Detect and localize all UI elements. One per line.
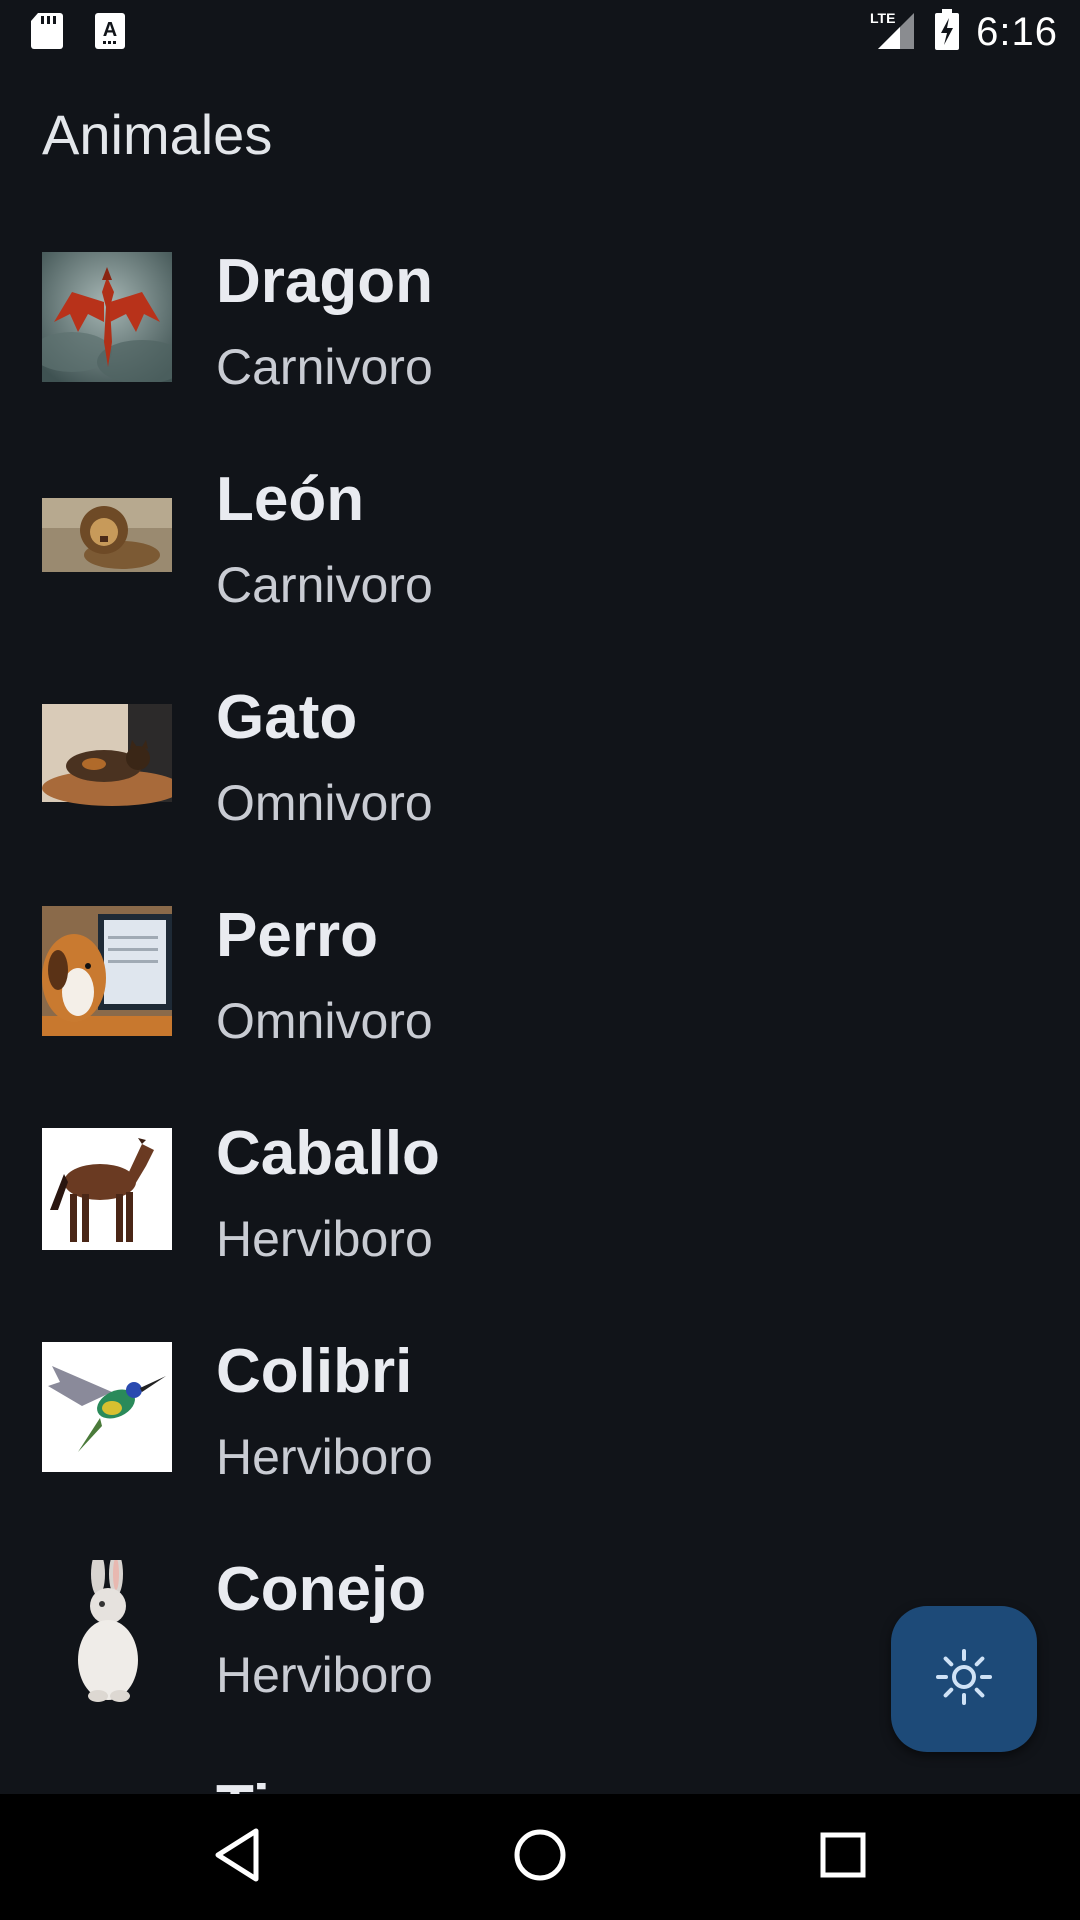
keyboard-a-icon: A — [94, 12, 126, 55]
list-item[interactable]: Perro Omnivoro — [0, 872, 1080, 1090]
animal-diet: Herviboro — [216, 1211, 433, 1267]
back-triangle-icon — [212, 1827, 262, 1888]
brightness-icon — [934, 1647, 994, 1712]
rabbit-image — [42, 1560, 172, 1702]
animal-name: Dragon — [216, 247, 433, 316]
animal-diet: Omnivoro — [216, 775, 433, 831]
hummingbird-image — [42, 1342, 172, 1472]
animal-diet: Omnivoro — [216, 993, 433, 1049]
clock: 6:16 — [976, 9, 1058, 54]
list-item[interactable]: Tigre — [0, 1744, 1080, 1794]
lion-image — [42, 470, 172, 600]
recents-button[interactable] — [810, 1824, 876, 1890]
battery-charging-icon — [934, 8, 960, 56]
animal-name: Tigre — [216, 1772, 366, 1794]
list-item[interactable]: León Carnivoro — [0, 436, 1080, 654]
svg-text:A: A — [103, 19, 117, 41]
animal-name: Perro — [216, 901, 378, 970]
home-button[interactable] — [507, 1824, 573, 1890]
network-label: LTE — [870, 10, 895, 26]
cat-image — [42, 688, 172, 818]
home-circle-icon — [512, 1827, 568, 1888]
list-item[interactable]: Gato Omnivoro — [0, 654, 1080, 872]
animal-name: Caballo — [216, 1119, 440, 1188]
animal-name: Colibri — [216, 1337, 413, 1406]
list-item[interactable]: Colibri Herviboro — [0, 1308, 1080, 1526]
recents-square-icon — [818, 1830, 868, 1885]
sd-card-icon — [30, 12, 64, 55]
animal-diet: Carnivoro — [216, 339, 433, 395]
animal-diet: Herviboro — [216, 1647, 433, 1703]
list-item[interactable]: Caballo Herviboro — [0, 1090, 1080, 1308]
animal-name: Conejo — [216, 1555, 427, 1624]
list-item[interactable]: Dragon Carnivoro — [0, 218, 1080, 436]
lte-signal-icon: LTE — [870, 9, 918, 56]
system-nav-bar — [0, 1794, 1080, 1920]
animal-name: Gato — [216, 683, 358, 752]
animal-diet: Carnivoro — [216, 557, 433, 613]
status-bar: A LTE 6:16 — [0, 0, 1080, 64]
animal-name: León — [216, 465, 365, 534]
back-button[interactable] — [204, 1824, 270, 1890]
dragon-image — [42, 252, 172, 382]
app-screen: A LTE 6:16 Animales Dragon Carnivoro Leó… — [0, 0, 1080, 1920]
dog-image — [42, 906, 172, 1036]
animal-list[interactable]: Dragon Carnivoro León Carnivoro Gato Omn… — [0, 218, 1080, 1794]
horse-image — [42, 1124, 172, 1254]
animal-diet: Herviboro — [216, 1429, 433, 1485]
page-title: Animales — [42, 103, 273, 166]
theme-toggle-button[interactable] — [891, 1606, 1037, 1752]
